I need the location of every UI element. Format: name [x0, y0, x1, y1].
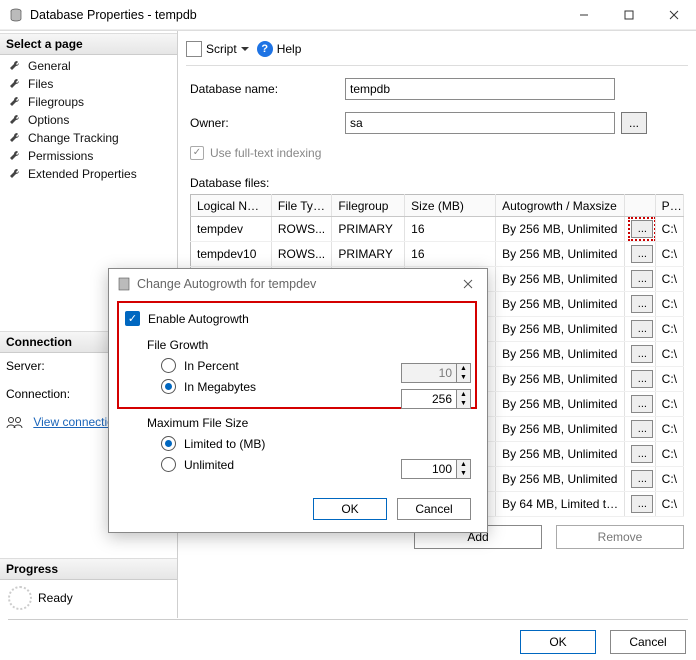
- dialog-close-button[interactable]: [455, 273, 481, 295]
- wrench-icon: [8, 59, 22, 73]
- dialog-ok-button[interactable]: OK: [313, 498, 387, 520]
- script-button[interactable]: Script: [186, 41, 249, 57]
- dialog-icon: [117, 277, 131, 291]
- col-autogrowth[interactable]: Autogrowth / Maxsize: [496, 195, 625, 217]
- wrench-icon: [8, 149, 22, 163]
- wrench-icon: [8, 131, 22, 145]
- wrench-icon: [8, 167, 22, 181]
- main-cancel-button[interactable]: Cancel: [610, 630, 686, 654]
- page-item-files[interactable]: Files: [4, 75, 173, 93]
- percent-spinner: [401, 363, 457, 383]
- script-icon: [186, 41, 202, 57]
- enable-autogrowth-checkbox[interactable]: ✓ Enable Autogrowth: [125, 311, 471, 326]
- database-icon: [8, 7, 24, 23]
- window-title: Database Properties - tempdb: [30, 8, 197, 22]
- autogrowth-edit-button[interactable]: ...: [631, 395, 653, 413]
- in-megabytes-radio[interactable]: [161, 379, 176, 394]
- limited-spinner[interactable]: [401, 459, 457, 479]
- help-label: Help: [277, 42, 302, 56]
- autogrowth-edit-button[interactable]: ...: [631, 370, 653, 388]
- unlimited-label: Unlimited: [184, 458, 234, 472]
- in-percent-radio[interactable]: [161, 358, 176, 373]
- autogrowth-edit-button[interactable]: ...: [631, 345, 653, 363]
- fulltext-checkbox: ✓ Use full-text indexing: [190, 146, 684, 160]
- autogrowth-edit-button[interactable]: ...: [631, 220, 653, 238]
- dbfiles-label: Database files:: [190, 176, 684, 190]
- spinner-arrows-icon[interactable]: ▲▼: [457, 459, 471, 479]
- owner-browse-button[interactable]: ...: [621, 112, 647, 134]
- limited-label: Limited to (MB): [184, 437, 265, 451]
- table-row[interactable]: tempdev10ROWS...PRIMARY16By 256 MB, Unli…: [191, 242, 684, 267]
- spinner-arrows-icon[interactable]: ▲▼: [457, 389, 471, 409]
- autogrowth-edit-button[interactable]: ...: [631, 420, 653, 438]
- close-button[interactable]: [651, 0, 696, 29]
- in-megabytes-label: In Megabytes: [184, 380, 256, 394]
- table-row[interactable]: tempdevROWS...PRIMARY16By 256 MB, Unlimi…: [191, 217, 684, 242]
- page-item-extended-properties[interactable]: Extended Properties: [4, 165, 173, 183]
- spinner-arrows-icon: ▲▼: [457, 363, 471, 383]
- checkbox-checked-icon: ✓: [190, 146, 204, 160]
- col-file-type[interactable]: File Type: [271, 195, 332, 217]
- page-item-filegroups[interactable]: Filegroups: [4, 93, 173, 111]
- max-file-size-label: Maximum File Size: [147, 416, 471, 430]
- autogrowth-edit-button[interactable]: ...: [631, 245, 653, 263]
- autogrowth-edit-button[interactable]: ...: [631, 470, 653, 488]
- autogrowth-edit-button[interactable]: ...: [631, 295, 653, 313]
- file-growth-label: File Growth: [147, 338, 471, 352]
- mb-spinner[interactable]: [401, 389, 457, 409]
- col-path[interactable]: Path: [655, 195, 683, 217]
- autogrowth-edit-button[interactable]: ...: [631, 445, 653, 463]
- col-size[interactable]: Size (MB): [405, 195, 496, 217]
- page-item-options[interactable]: Options: [4, 111, 173, 129]
- dbname-label: Database name:: [190, 82, 345, 96]
- progress-status: Ready: [38, 591, 73, 605]
- col-filegroup[interactable]: Filegroup: [332, 195, 405, 217]
- fulltext-label: Use full-text indexing: [210, 146, 321, 160]
- wrench-icon: [8, 113, 22, 127]
- chevron-down-icon: [241, 47, 249, 51]
- wrench-icon: [8, 77, 22, 91]
- select-page-header: Select a page: [0, 33, 177, 55]
- remove-button[interactable]: Remove: [556, 525, 684, 549]
- dialog-title: Change Autogrowth for tempdev: [137, 277, 316, 291]
- page-item-change-tracking[interactable]: Change Tracking: [4, 129, 173, 147]
- page-item-general[interactable]: General: [4, 57, 173, 75]
- progress-indicator-icon: [8, 586, 32, 610]
- wrench-icon: [8, 95, 22, 109]
- autogrowth-edit-button[interactable]: ...: [631, 320, 653, 338]
- main-ok-button[interactable]: OK: [520, 630, 596, 654]
- help-button[interactable]: ? Help: [257, 41, 302, 57]
- toolbar: Script ? Help: [186, 37, 688, 66]
- checkbox-checked-icon: ✓: [125, 311, 140, 326]
- owner-label: Owner:: [190, 116, 345, 130]
- in-percent-label: In Percent: [184, 359, 239, 373]
- progress-header: Progress: [0, 558, 177, 580]
- autogrowth-dialog: Change Autogrowth for tempdev ✓ Enable A…: [108, 268, 488, 533]
- autogrowth-edit-button[interactable]: ...: [631, 495, 653, 513]
- script-label: Script: [206, 42, 237, 56]
- minimize-button[interactable]: [561, 0, 606, 29]
- owner-field[interactable]: [345, 112, 615, 134]
- col-logical-name[interactable]: Logical Name: [191, 195, 272, 217]
- limited-radio[interactable]: [161, 436, 176, 451]
- dbname-field[interactable]: [345, 78, 615, 100]
- page-item-permissions[interactable]: Permissions: [4, 147, 173, 165]
- dialog-cancel-button[interactable]: Cancel: [397, 498, 471, 520]
- unlimited-radio[interactable]: [161, 457, 176, 472]
- connection-users-icon: [6, 416, 24, 430]
- help-icon: ?: [257, 41, 273, 57]
- autogrowth-edit-button[interactable]: ...: [631, 270, 653, 288]
- titlebar: Database Properties - tempdb: [0, 0, 696, 30]
- maximize-button[interactable]: [606, 0, 651, 29]
